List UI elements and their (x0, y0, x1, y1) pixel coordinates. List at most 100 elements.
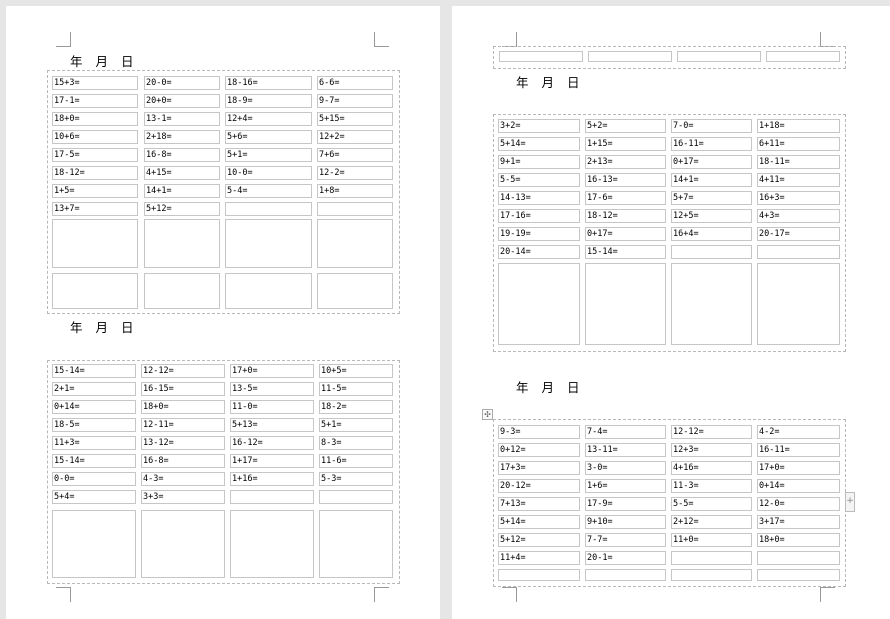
problem-cell[interactable]: 14-13= (498, 191, 580, 205)
problem-cell[interactable]: 19-19= (498, 227, 580, 241)
answer-box[interactable] (52, 273, 138, 309)
problem-cell[interactable]: 16-15= (141, 382, 225, 396)
problem-cell[interactable]: 16-11= (757, 443, 840, 457)
problem-cell[interactable]: 1+16= (230, 472, 314, 486)
answer-box[interactable] (52, 219, 138, 268)
problem-cell[interactable]: 0+14= (52, 400, 136, 414)
problem-cell[interactable]: 12+4= (225, 112, 312, 126)
problem-cell[interactable]: 0+12= (498, 443, 580, 457)
problem-cell[interactable]: 5+13= (230, 418, 314, 432)
problem-cell[interactable]: 6+11= (757, 137, 840, 151)
problem-cell[interactable]: 18-2= (319, 400, 393, 414)
problem-cell[interactable]: 5+12= (498, 533, 580, 547)
problem-cell[interactable]: 5+1= (225, 148, 312, 162)
header-table-cell[interactable] (499, 51, 583, 62)
problem-cell[interactable]: 11-3= (671, 479, 752, 493)
problem-cell[interactable]: 14+1= (671, 173, 752, 187)
answer-box[interactable] (52, 510, 136, 578)
problem-cell[interactable]: 12-12= (671, 425, 752, 439)
problem-cell[interactable]: 20-14= (498, 245, 580, 259)
problem-cell[interactable] (757, 551, 840, 565)
problem-cell[interactable]: 14+1= (144, 184, 220, 198)
problem-cell[interactable]: 8-3= (319, 436, 393, 450)
problem-cell[interactable]: 3+17= (757, 515, 840, 529)
problem-cell[interactable]: 5+2= (585, 119, 666, 133)
problem-cell[interactable]: 15-14= (52, 454, 136, 468)
problem-cell[interactable]: 13-11= (585, 443, 666, 457)
problem-cell[interactable] (225, 202, 312, 216)
problem-cell[interactable]: 5+4= (52, 490, 136, 504)
problem-cell[interactable]: 7+13= (498, 497, 580, 511)
problem-cell[interactable] (230, 490, 314, 504)
answer-box[interactable] (230, 510, 314, 578)
problem-cell[interactable]: 9+10= (585, 515, 666, 529)
problem-cell[interactable]: 11+0= (671, 533, 752, 547)
problem-cell[interactable]: 12-2= (317, 166, 393, 180)
problem-cell[interactable]: 9-3= (498, 425, 580, 439)
header-table-cell[interactable] (588, 51, 672, 62)
problem-cell[interactable]: 5-3= (319, 472, 393, 486)
problem-cell[interactable]: 5+14= (498, 515, 580, 529)
header-table-cell[interactable] (677, 51, 761, 62)
problem-cell[interactable] (319, 490, 393, 504)
problem-cell[interactable]: 16-8= (141, 454, 225, 468)
problem-cell[interactable]: 2+13= (585, 155, 666, 169)
answer-box[interactable] (585, 569, 666, 581)
answer-box[interactable] (585, 263, 666, 345)
problem-cell[interactable]: 5-5= (671, 497, 752, 511)
problem-cell[interactable]: 4-3= (141, 472, 225, 486)
problem-cell[interactable]: 5+15= (317, 112, 393, 126)
problem-cell[interactable]: 5+12= (144, 202, 220, 216)
problem-cell[interactable]: 17+0= (230, 364, 314, 378)
problem-cell[interactable]: 16-11= (671, 137, 752, 151)
problem-cell[interactable]: 2+1= (52, 382, 136, 396)
problem-cell[interactable]: 12-12= (141, 364, 225, 378)
problem-cell[interactable]: 12-11= (141, 418, 225, 432)
problem-cell[interactable]: 11+4= (498, 551, 580, 565)
problem-cell[interactable]: 18-12= (52, 166, 138, 180)
problem-cell[interactable]: 10+6= (52, 130, 138, 144)
problem-cell[interactable]: 1+15= (585, 137, 666, 151)
plus-icon[interactable]: + (845, 492, 855, 512)
problem-cell[interactable]: 3+3= (141, 490, 225, 504)
problem-cell[interactable]: 17-6= (585, 191, 666, 205)
problem-cell[interactable]: 5-5= (498, 173, 580, 187)
problem-cell[interactable]: 5+1= (319, 418, 393, 432)
problem-cell[interactable]: 5+6= (225, 130, 312, 144)
problem-cell[interactable]: 4+16= (671, 461, 752, 475)
problem-cell[interactable]: 18-16= (225, 76, 312, 90)
problem-cell[interactable]: 2+18= (144, 130, 220, 144)
problem-cell[interactable]: 17+3= (498, 461, 580, 475)
answer-box[interactable] (317, 273, 393, 309)
problem-cell[interactable]: 18-11= (757, 155, 840, 169)
problem-cell[interactable]: 9-7= (317, 94, 393, 108)
answer-box[interactable] (757, 569, 840, 581)
problem-cell[interactable]: 17-5= (52, 148, 138, 162)
problem-cell[interactable] (757, 245, 840, 259)
move-handle-icon[interactable]: ✣ (482, 409, 493, 420)
problem-cell[interactable]: 12-0= (757, 497, 840, 511)
problem-cell[interactable]: 5-4= (225, 184, 312, 198)
answer-box[interactable] (671, 569, 752, 581)
problem-cell[interactable]: 16-13= (585, 173, 666, 187)
problem-cell[interactable] (317, 202, 393, 216)
answer-box[interactable] (671, 263, 752, 345)
problem-cell[interactable]: 20+0= (144, 94, 220, 108)
problem-cell[interactable]: 9+1= (498, 155, 580, 169)
problem-cell[interactable]: 12+2= (317, 130, 393, 144)
problem-cell[interactable]: 11+3= (52, 436, 136, 450)
problem-cell[interactable]: 15-14= (52, 364, 136, 378)
problem-cell[interactable]: 2+12= (671, 515, 752, 529)
problem-cell[interactable]: 18-9= (225, 94, 312, 108)
problem-cell[interactable]: 15+3= (52, 76, 138, 90)
problem-cell[interactable]: 18-5= (52, 418, 136, 432)
problem-cell[interactable]: 16-12= (230, 436, 314, 450)
problem-cell[interactable]: 0+17= (585, 227, 666, 241)
problem-cell[interactable]: 10+5= (319, 364, 393, 378)
problem-cell[interactable]: 16-8= (144, 148, 220, 162)
problem-cell[interactable]: 5+7= (671, 191, 752, 205)
problem-cell[interactable]: 18+0= (141, 400, 225, 414)
problem-cell[interactable]: 3+2= (498, 119, 580, 133)
answer-box[interactable] (225, 219, 312, 268)
problem-cell[interactable]: 10-0= (225, 166, 312, 180)
